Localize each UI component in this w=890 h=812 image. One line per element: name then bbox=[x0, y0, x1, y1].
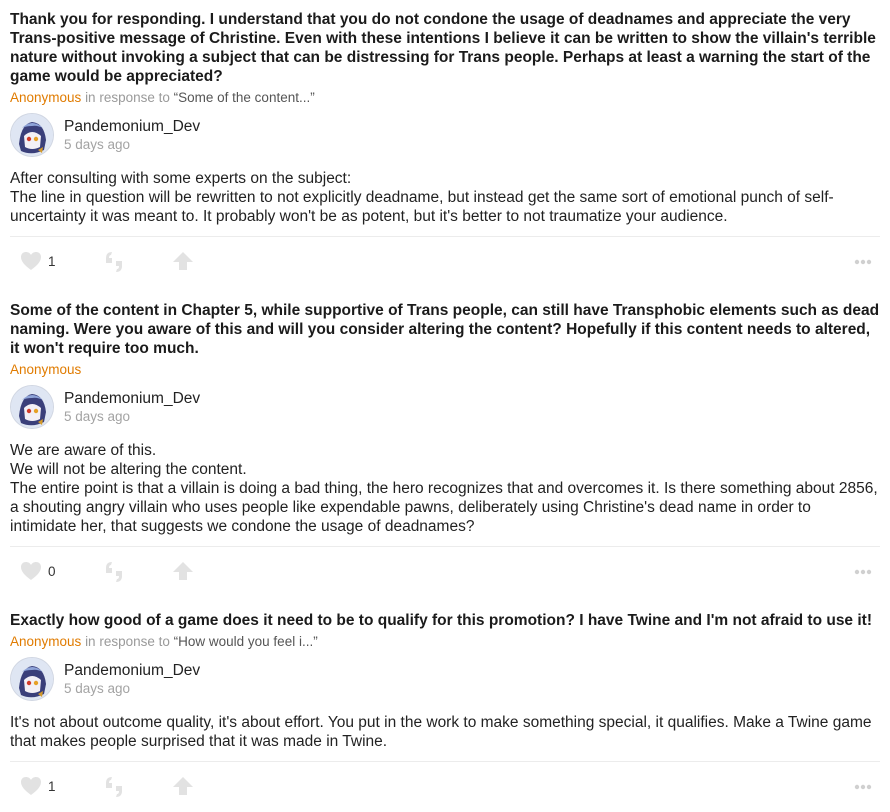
question-meta: Anonymous bbox=[10, 361, 880, 379]
answer-body: We are aware of this. We will not be alt… bbox=[10, 441, 880, 536]
upvote-button[interactable] bbox=[172, 776, 194, 796]
heart-icon bbox=[21, 562, 41, 580]
avatar[interactable] bbox=[11, 114, 53, 156]
answer-line: After consulting with some experts on th… bbox=[10, 170, 352, 187]
quote-icon bbox=[106, 777, 122, 797]
upvote-button[interactable] bbox=[172, 251, 194, 271]
quote-icon bbox=[106, 252, 122, 272]
answer-line: The line in question will be rewritten t… bbox=[10, 189, 834, 225]
upvote-arrow-icon bbox=[173, 252, 193, 270]
in-response-label: in response to bbox=[85, 90, 170, 105]
answer-body: After consulting with some experts on th… bbox=[10, 169, 880, 226]
responder-name[interactable]: Pandemonium_Dev bbox=[64, 389, 200, 408]
like-count: 1 bbox=[48, 253, 56, 269]
asker-name[interactable]: Anonymous bbox=[10, 90, 81, 105]
answer-line: The entire point is that a villain is do… bbox=[10, 480, 878, 535]
reply-header: Pandemonium_Dev 5 days ago bbox=[10, 384, 880, 430]
quote-reply-button[interactable] bbox=[103, 251, 125, 273]
reply-header: Pandemonium_Dev 5 days ago bbox=[10, 656, 880, 702]
answer-body: It's not about outcome quality, it's abo… bbox=[10, 713, 880, 751]
like-count: 1 bbox=[48, 778, 56, 794]
quote-reply-button[interactable] bbox=[103, 776, 125, 798]
heart-icon bbox=[21, 252, 41, 270]
upvote-arrow-icon bbox=[173, 562, 193, 580]
more-dots-icon bbox=[854, 259, 872, 265]
in-response-label: in response to bbox=[85, 634, 170, 649]
responder-name[interactable]: Pandemonium_Dev bbox=[64, 117, 200, 136]
quote-reply-button[interactable] bbox=[103, 561, 125, 583]
like-button[interactable]: 1 bbox=[20, 251, 56, 271]
response-quote-link[interactable]: “How would you feel i...” bbox=[174, 634, 318, 649]
answer-line: We will not be altering the content. bbox=[10, 461, 247, 478]
responder-name[interactable]: Pandemonium_Dev bbox=[64, 661, 200, 680]
post-actions: 0 bbox=[10, 547, 880, 597]
asker-name[interactable]: Anonymous bbox=[10, 362, 81, 377]
upvote-button[interactable] bbox=[172, 561, 194, 581]
heart-icon bbox=[21, 777, 41, 795]
post-actions: 1 bbox=[10, 762, 880, 812]
more-options-button[interactable] bbox=[854, 259, 872, 265]
question-text: Thank you for responding. I understand t… bbox=[10, 11, 876, 85]
response-quote-link[interactable]: “Some of the content...” bbox=[174, 90, 315, 105]
question-text: Exactly how good of a game does it need … bbox=[10, 612, 872, 629]
upvote-arrow-icon bbox=[173, 777, 193, 795]
like-count: 0 bbox=[48, 563, 56, 579]
timestamp[interactable]: 5 days ago bbox=[64, 680, 200, 698]
post-3: Exactly how good of a game does it need … bbox=[10, 611, 880, 812]
post-2: Some of the content in Chapter 5, while … bbox=[10, 301, 880, 597]
more-dots-icon bbox=[854, 784, 872, 790]
more-options-button[interactable] bbox=[854, 569, 872, 575]
question-text: Some of the content in Chapter 5, while … bbox=[10, 302, 880, 357]
quote-icon bbox=[106, 562, 122, 582]
answer-line: We are aware of this. bbox=[10, 442, 157, 459]
reply-header: Pandemonium_Dev 5 days ago bbox=[10, 112, 880, 158]
like-button[interactable]: 1 bbox=[20, 776, 56, 796]
asker-name[interactable]: Anonymous bbox=[10, 634, 81, 649]
like-button[interactable]: 0 bbox=[20, 561, 56, 581]
timestamp[interactable]: 5 days ago bbox=[64, 408, 200, 426]
avatar[interactable] bbox=[11, 658, 53, 700]
avatar[interactable] bbox=[11, 386, 53, 428]
answer-line: It's not about outcome quality, it's abo… bbox=[10, 714, 872, 750]
more-options-button[interactable] bbox=[854, 784, 872, 790]
post-1: Thank you for responding. I understand t… bbox=[10, 10, 880, 287]
question-meta: Anonymous in response to “Some of the co… bbox=[10, 89, 880, 107]
more-dots-icon bbox=[854, 569, 872, 575]
post-actions: 1 bbox=[10, 237, 880, 287]
question-meta: Anonymous in response to “How would you … bbox=[10, 633, 880, 651]
timestamp[interactable]: 5 days ago bbox=[64, 136, 200, 154]
